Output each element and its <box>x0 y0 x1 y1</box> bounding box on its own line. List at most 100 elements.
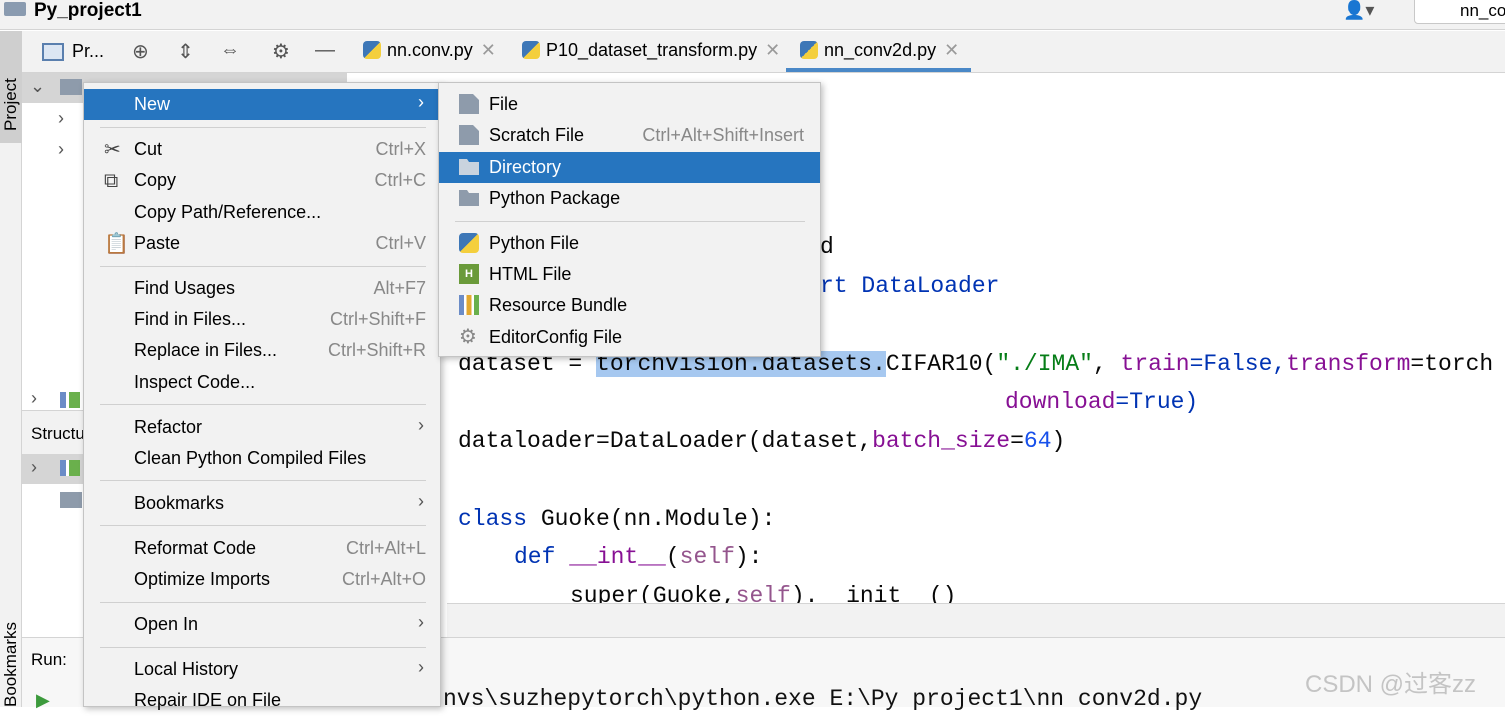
tab-label: nn_conv2d.py <box>824 40 937 60</box>
menu-item-paste[interactable]: 📋 Paste Ctrl+V <box>84 228 440 259</box>
menu-item-refactor[interactable]: Refactor › <box>84 412 440 443</box>
submenu-item-html-file[interactable]: H HTML File <box>439 259 820 290</box>
python-file-icon <box>522 41 540 59</box>
run-output-line: nvs\suzhepytorch\python.exe E:\Py projec… <box>443 686 1203 712</box>
menu-item-label: Cut <box>134 139 163 159</box>
new-submenu: File Scratch File Ctrl+Alt+Shift+Insert D… <box>438 82 821 357</box>
menu-item-shortcut: Ctrl+C <box>374 170 426 190</box>
submenu-item-scratch-file[interactable]: Scratch File Ctrl+Alt+Shift+Insert <box>439 120 820 151</box>
hide-panel-icon[interactable]: — <box>315 39 335 62</box>
menu-separator <box>100 525 426 526</box>
user-icon[interactable]: 👤▾ <box>1343 0 1374 21</box>
submenu-item-resource-bundle[interactable]: Resource Bundle <box>439 290 820 321</box>
html-file-icon: H <box>459 264 479 284</box>
close-icon[interactable]: ✕ <box>944 40 959 60</box>
title-bar <box>0 0 1505 30</box>
menu-item-find-in-files[interactable]: Find in Files... Ctrl+Shift+F <box>84 304 440 335</box>
code-token: batch_size <box>872 428 1011 454</box>
play-icon[interactable]: ▶ <box>36 690 50 711</box>
collapse-all-icon[interactable]: ⇔ <box>220 39 240 62</box>
project-view-icon[interactable] <box>42 43 64 61</box>
chevron-right-icon[interactable]: › <box>31 457 37 478</box>
menu-item-inspect-code[interactable]: Inspect Code... <box>84 367 440 398</box>
menu-item-copy[interactable]: ⧉ Copy Ctrl+C <box>84 165 440 196</box>
code-token: train <box>1120 351 1190 377</box>
code-token: CIFAR10( <box>885 351 997 377</box>
menu-item-reformat-code[interactable]: Reformat Code Ctrl+Alt+L <box>84 533 440 564</box>
project-tool-tab-label: Project <box>1 78 20 131</box>
run-config-label: nn_co <box>1460 1 1505 20</box>
menu-item-label: Bookmarks <box>134 493 225 513</box>
menu-item-new[interactable]: New › <box>84 89 440 120</box>
chevron-right-icon[interactable]: › <box>58 139 64 160</box>
copy-icon: ⧉ <box>104 170 119 192</box>
code-token: , <box>1092 351 1121 377</box>
menu-item-shortcut: Alt+F7 <box>373 278 426 298</box>
project-tool-tab[interactable]: Project <box>0 31 22 143</box>
editor-horizontal-scrollbar[interactable] <box>447 603 1505 637</box>
code-token: Guoke(nn.Module): <box>527 506 776 532</box>
submenu-item-editorconfig-file[interactable]: ⚙ EditorConfig File <box>439 322 820 353</box>
project-panel-title[interactable]: Pr... <box>72 41 104 62</box>
code-token: super(Guoke, <box>570 583 736 603</box>
menu-item-shortcut: Ctrl+Shift+F <box>329 309 426 329</box>
close-icon[interactable]: ✕ <box>481 40 496 60</box>
project-title[interactable]: Py_project1 <box>34 0 142 22</box>
code-token: ): <box>734 544 763 570</box>
menu-item-find-usages[interactable]: Find Usages Alt+F7 <box>84 273 440 304</box>
submenu-item-directory[interactable]: Directory <box>439 152 820 183</box>
menu-item-repair-ide[interactable]: Repair IDE on File <box>84 685 440 716</box>
code-token: def <box>514 544 556 570</box>
chevron-right-icon[interactable]: › <box>31 388 37 409</box>
run-config-selector[interactable]: nn_co <box>1414 0 1505 24</box>
menu-item-label: Find in Files... <box>134 309 247 329</box>
menu-item-label: Find Usages <box>134 278 236 298</box>
chevron-right-icon: › <box>418 657 424 677</box>
menu-item-local-history[interactable]: Local History › <box>84 654 440 685</box>
close-icon[interactable]: ✕ <box>765 40 780 60</box>
code-token: dataloader=DataLoader(dataset, <box>458 428 873 454</box>
tab-nn-conv2d[interactable]: nn_conv2d.py ✕ <box>800 31 959 73</box>
code-token: transform <box>1286 351 1411 377</box>
clipboard-icon: 📋 <box>104 233 129 255</box>
bookmarks-tool-tab[interactable]: Bookmarks <box>1 622 21 707</box>
menu-item-clean-compiled[interactable]: Clean Python Compiled Files <box>84 443 440 474</box>
submenu-item-label: Directory <box>489 157 562 177</box>
chevron-down-icon[interactable]: ⌄ <box>30 76 45 97</box>
structure-label[interactable]: Structu <box>31 424 85 444</box>
expand-all-icon[interactable]: ⇕ <box>177 39 194 64</box>
menu-item-replace-in-files[interactable]: Replace in Files... Ctrl+Shift+R <box>84 335 440 366</box>
scissors-icon: ✂ <box>104 139 121 161</box>
menu-item-bookmarks[interactable]: Bookmarks › <box>84 488 440 519</box>
folder-icon <box>60 79 82 95</box>
code-token: rt DataLoader <box>820 273 1000 299</box>
submenu-item-label: File <box>489 94 519 114</box>
code-token: = <box>1010 428 1024 454</box>
menu-item-label: Reformat Code <box>134 538 257 558</box>
libraries-icon <box>60 460 80 476</box>
gear-icon[interactable]: ⚙ <box>272 39 290 64</box>
chevron-right-icon[interactable]: › <box>58 108 64 129</box>
menu-item-open-in[interactable]: Open In › <box>84 609 440 640</box>
menu-item-cut[interactable]: ✂ Cut Ctrl+X <box>84 134 440 165</box>
project-toolbar: Pr... ⊕ ⇕ ⇔ ⚙ — <box>22 31 347 73</box>
submenu-item-label: HTML File <box>489 264 572 284</box>
context-menu: New › ✂ Cut Ctrl+X ⧉ Copy Ctrl+C Copy Path/Re… <box>83 82 441 710</box>
menu-item-shortcut: Ctrl+Shift+R <box>327 340 426 360</box>
tab-p10-dataset-transform[interactable]: P10_dataset_transform.py ✕ <box>522 31 780 73</box>
tab-nn-conv[interactable]: nn.conv.py ✕ <box>363 31 496 73</box>
code-token: download <box>1005 389 1116 415</box>
gear-icon: ⚙ <box>459 326 477 348</box>
chevron-right-icon: › <box>418 612 424 632</box>
submenu-item-label: Python Package <box>489 188 621 208</box>
submenu-item-file[interactable]: File <box>439 89 820 120</box>
submenu-item-python-file[interactable]: Python File <box>439 228 820 259</box>
code-line: class Guoke(nn.Module): <box>458 506 775 532</box>
menu-item-optimize-imports[interactable]: Optimize Imports Ctrl+Alt+O <box>84 564 440 595</box>
menu-item-copy-path[interactable]: Copy Path/Reference... <box>84 197 440 228</box>
code-token: =True) <box>1115 389 1199 415</box>
python-file-icon <box>459 233 479 253</box>
resource-bundle-icon <box>459 295 479 315</box>
locate-icon[interactable]: ⊕ <box>132 39 149 64</box>
submenu-item-python-package[interactable]: Python Package <box>439 183 820 214</box>
